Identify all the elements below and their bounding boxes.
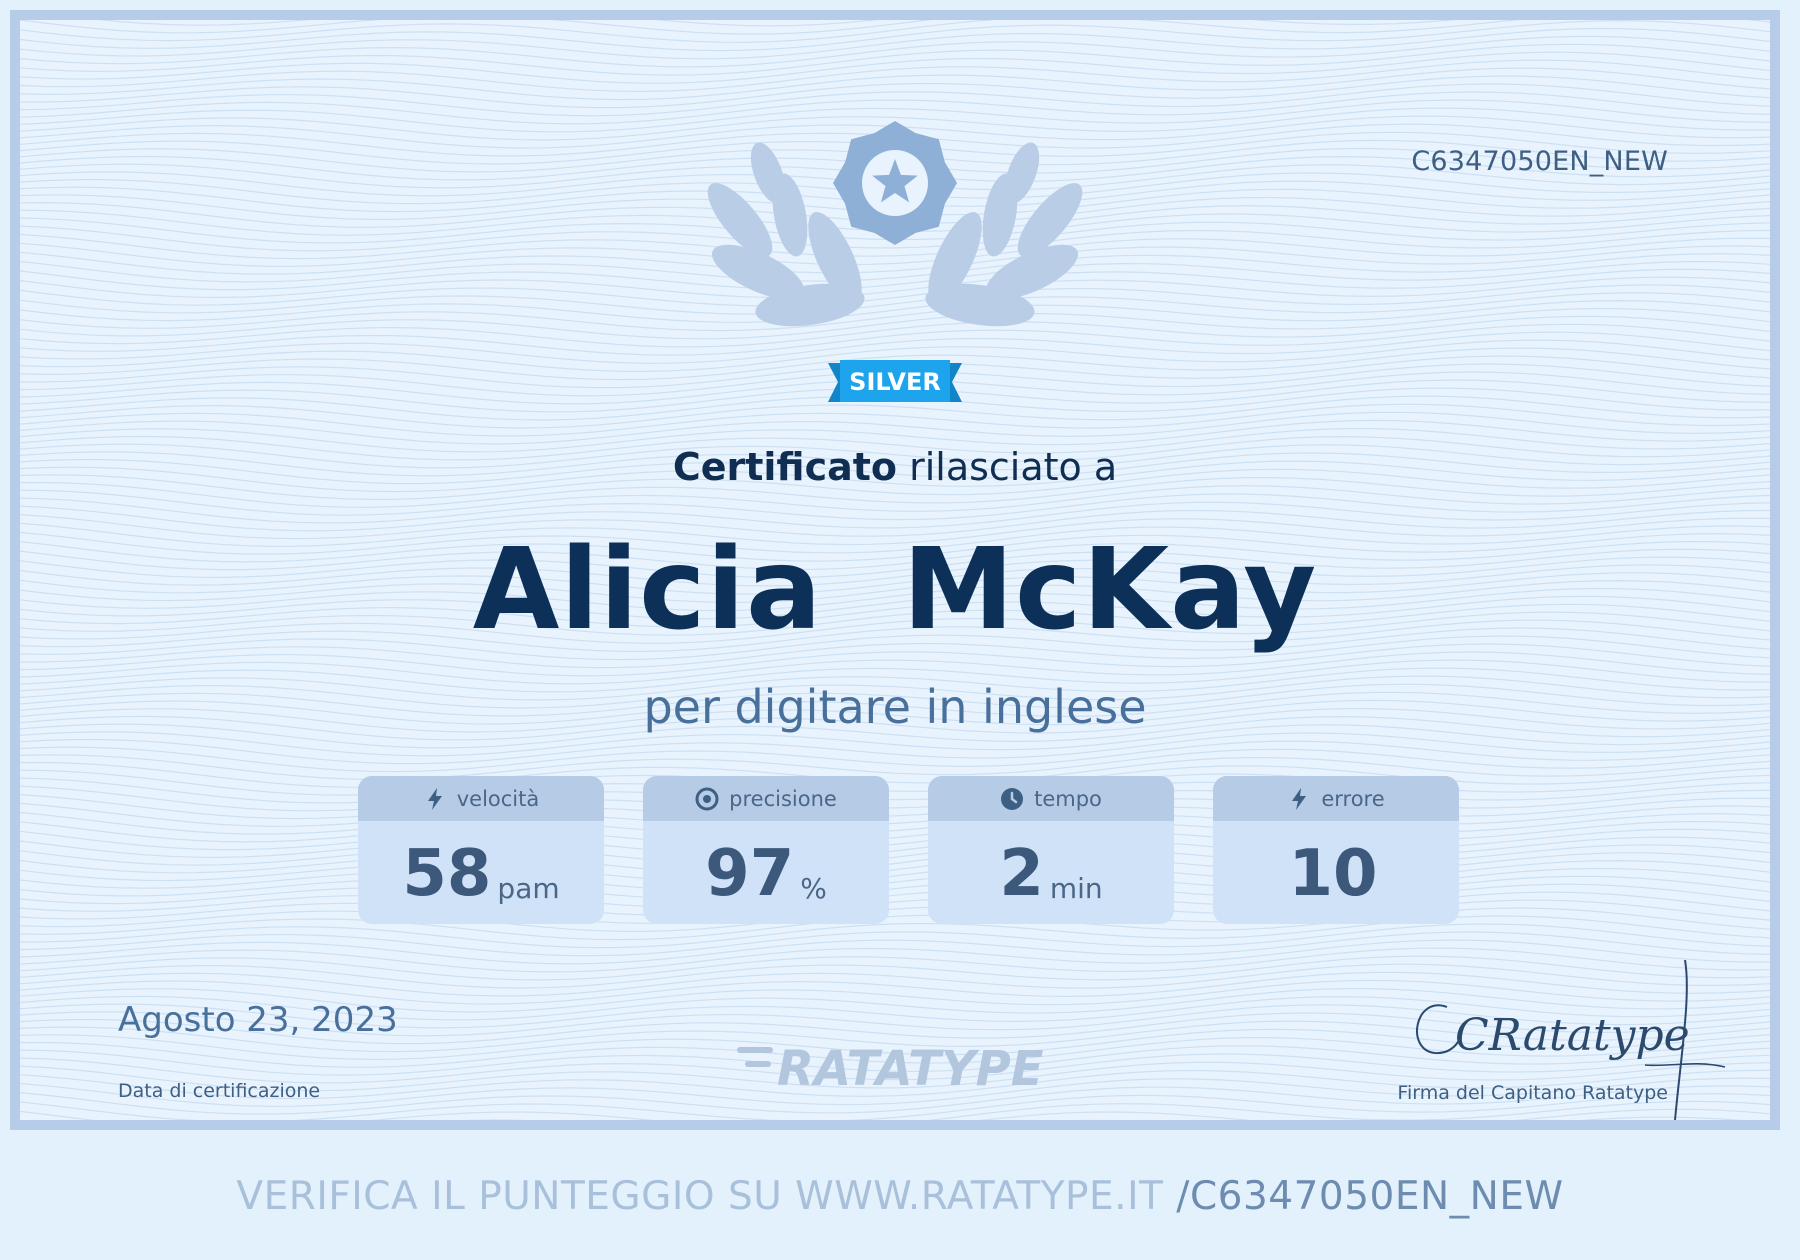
stat-errors: errore 10: [1213, 776, 1459, 924]
stat-header: velocità: [358, 776, 604, 821]
stat-header: errore: [1213, 776, 1459, 821]
ratatype-logo: RATATYPE: [737, 1041, 1044, 1097]
stat-unit: pam: [497, 872, 560, 906]
lightning-icon: [427, 787, 442, 810]
verify-path[interactable]: /C6347050EN_NEW: [1163, 1174, 1563, 1219]
issued-to-heading: Certificato rilasciato a: [20, 445, 1770, 489]
stats-row: velocità 58 pam precisione 97 % tempo 2 …: [358, 776, 1459, 926]
stat-value: 10: [1288, 837, 1378, 911]
verify-text: VERIFICA IL PUNTEGGIO SU WWW.RATATYPE.IT: [236, 1174, 1164, 1219]
stat-speed: velocità 58 pam: [358, 776, 604, 924]
stat-time: tempo 2 min: [928, 776, 1174, 924]
svg-text:RATATYPE: RATATYPE: [777, 1041, 1044, 1097]
stat-value: 2: [999, 837, 1044, 911]
stat-label: errore: [1321, 786, 1385, 811]
certificate-card: C6347050EN_NEW SILVER Certificato rilasc…: [10, 10, 1780, 1130]
stat-label: precisione: [729, 786, 837, 811]
clock-icon: [1001, 787, 1024, 810]
certificate-subject: per digitare in inglese: [643, 680, 1147, 734]
stat-unit: %: [800, 872, 827, 906]
level-ribbon: SILVER: [828, 360, 962, 402]
issued-rest: rilasciato a: [897, 445, 1118, 489]
stat-accuracy: precisione 97 %: [643, 776, 889, 924]
certification-date-label: Data di certificazione: [118, 1080, 321, 1102]
level-label: SILVER: [849, 368, 941, 396]
stat-header: precisione: [643, 776, 889, 821]
issued-bold: Certificato: [672, 445, 898, 489]
signature-label: Firma del Capitano Ratatype: [1397, 1082, 1668, 1104]
stat-label: velocità: [456, 786, 540, 811]
stat-value: 58: [402, 837, 492, 911]
stat-unit: min: [1049, 872, 1103, 906]
target-icon: [695, 787, 719, 810]
certification-date: Agosto 23, 2023: [118, 1000, 398, 1040]
verify-footer: VERIFICA IL PUNTEGGIO SU WWW.RATATYPE.IT…: [0, 1174, 1800, 1219]
stat-value: 97: [705, 837, 795, 911]
recipient-name: Alicia McKay: [472, 525, 1318, 655]
medal-star-icon: [833, 121, 957, 245]
stat-header: tempo: [928, 776, 1174, 821]
svg-text:CRatatype: CRatatype: [1455, 1010, 1690, 1061]
lightning-icon: [1292, 787, 1307, 810]
silver-award-badge: SILVER: [707, 121, 1083, 402]
stat-label: tempo: [1034, 786, 1102, 811]
